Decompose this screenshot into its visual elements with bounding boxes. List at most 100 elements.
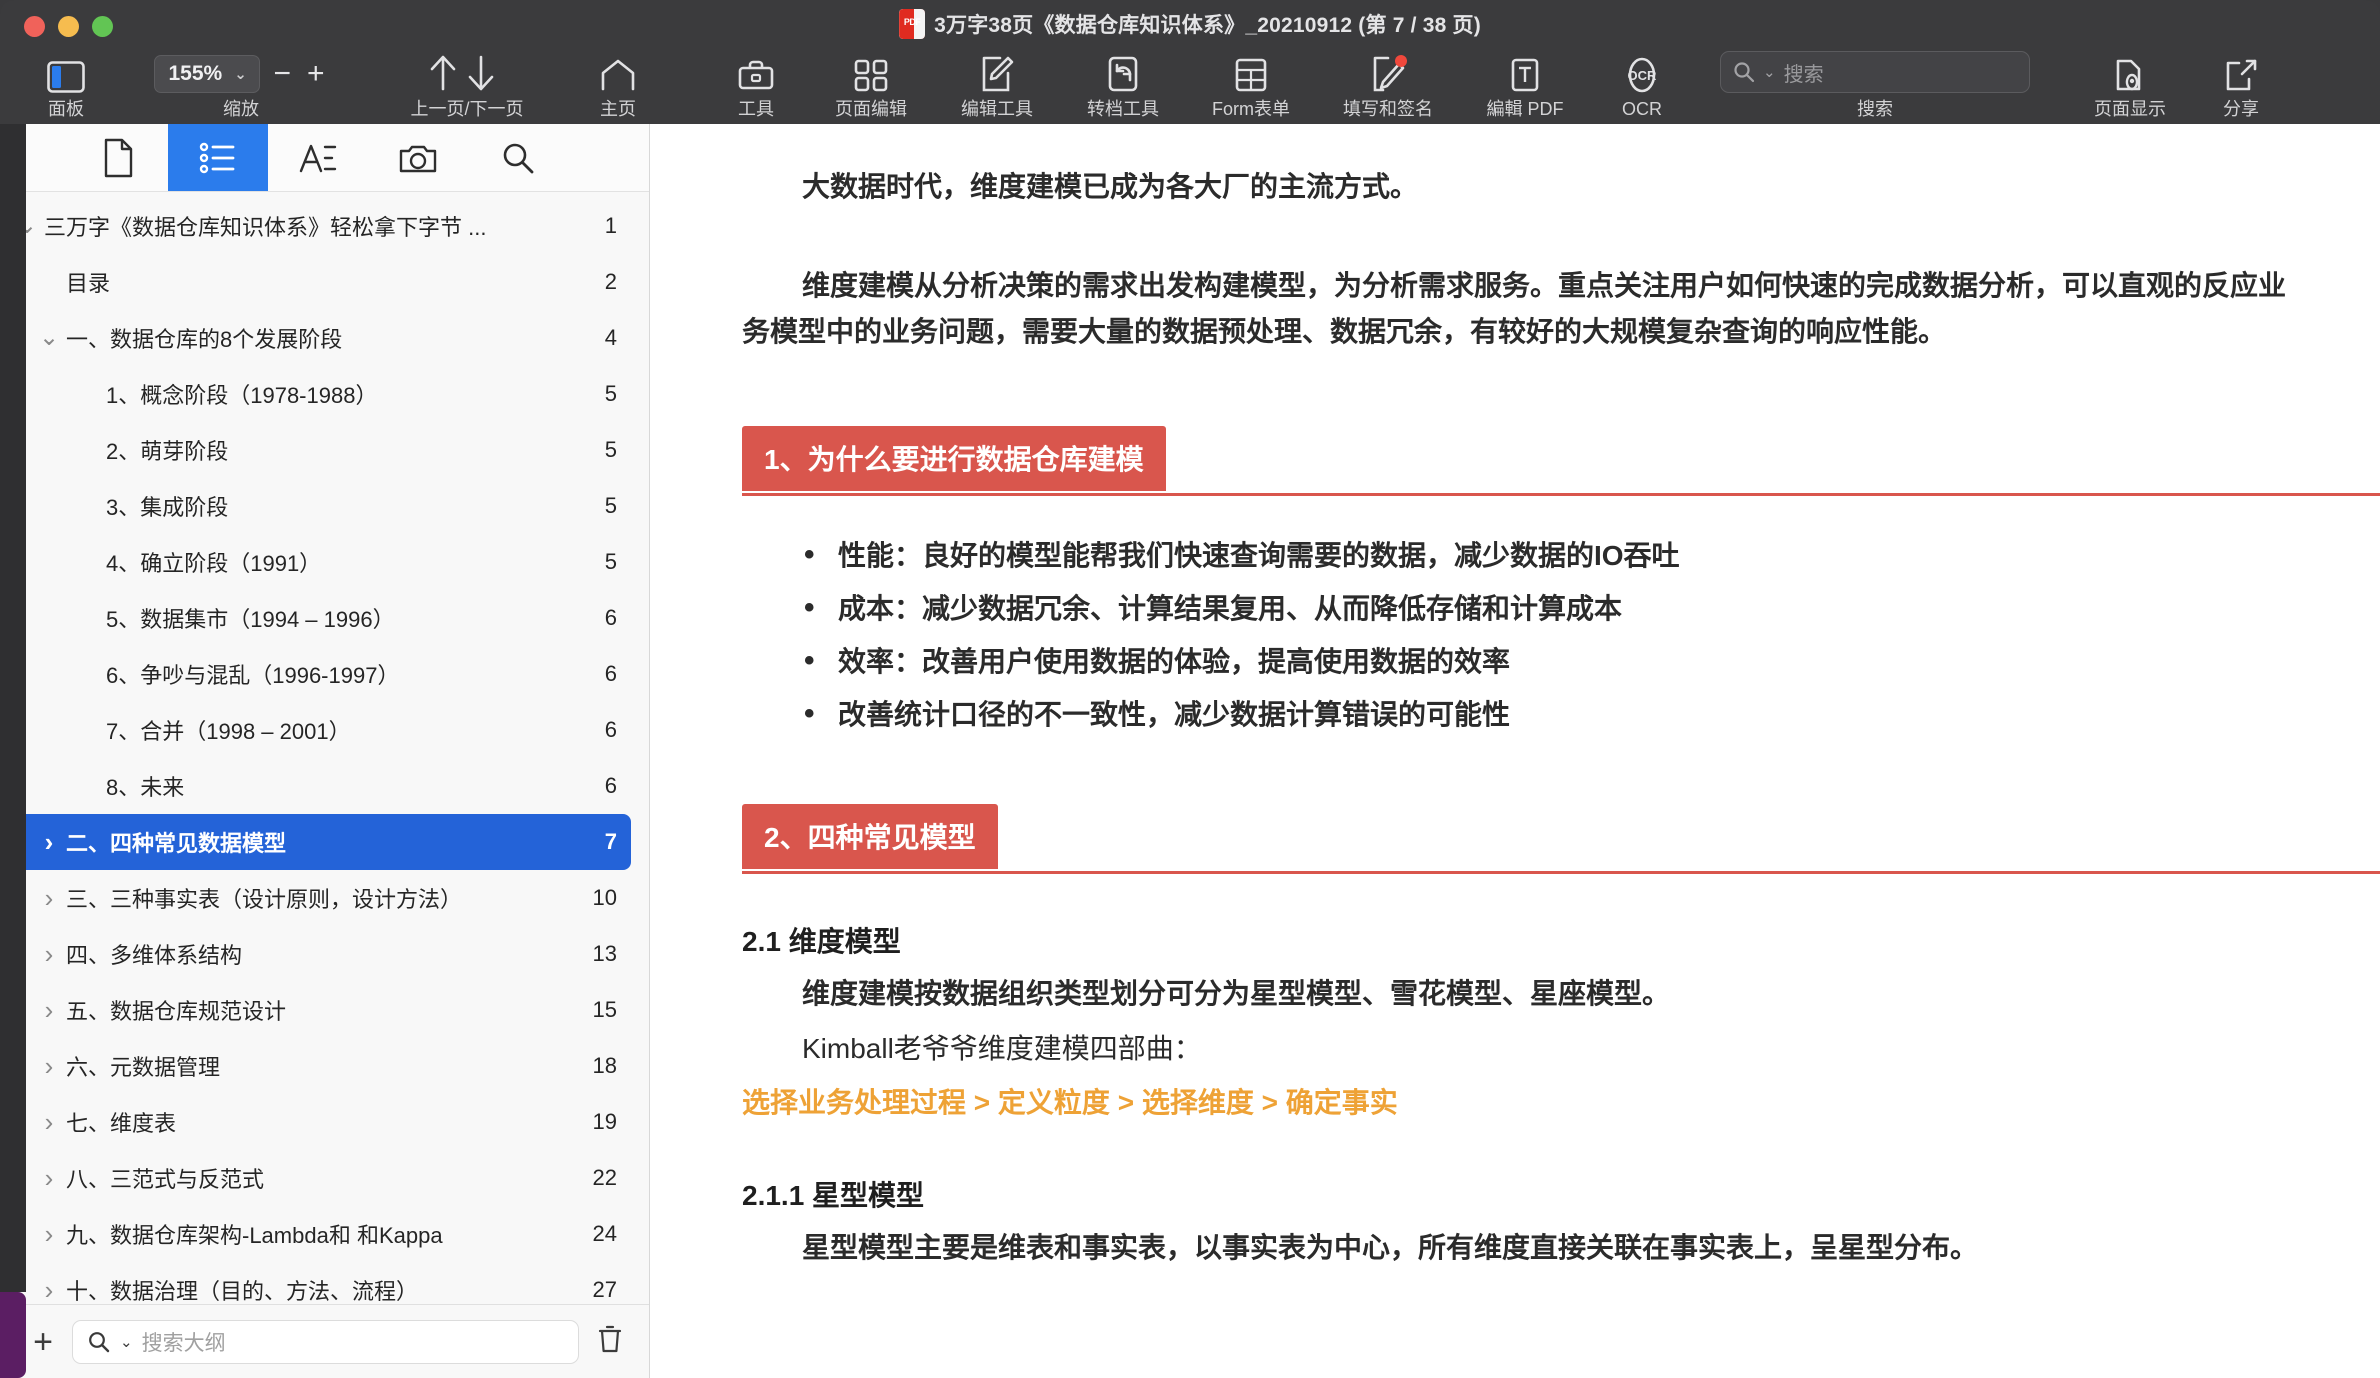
document-viewer[interactable]: 大数据时代，维度建模已成为各大厂的主流方式。 维度建模从分析决策的需求出发构建模…	[650, 124, 2380, 1378]
toolbar-tools-label: 工具	[738, 99, 774, 119]
outline-row[interactable]: 4、确立阶段（1991） 5	[10, 534, 631, 590]
outline-row[interactable]: 3、集成阶段 5	[10, 478, 631, 534]
outline-row-page-number: 4	[604, 325, 617, 350]
outline-row-page-number: 6	[604, 773, 617, 798]
toolbar-form-button[interactable]: Form表单	[1186, 40, 1316, 118]
outline-row[interactable]: › 二、四种常见数据模型 7	[10, 814, 631, 870]
add-outline-button[interactable]: +	[28, 1325, 58, 1359]
outline-row[interactable]: › 三、三种事实表（设计原则，设计方法） 10	[10, 870, 631, 926]
toolbar-fill-sign-label: 填写和签名	[1343, 99, 1433, 119]
outline-row-page-number: 15	[592, 997, 617, 1022]
outline-row[interactable]: › 十、数据治理（目的、方法、流程） 27	[10, 1262, 631, 1304]
outline-row[interactable]: 目录 2	[10, 254, 631, 310]
doc-heading-2-1: 2.1 维度模型	[742, 926, 901, 958]
toolbar-panel-button[interactable]: 面板	[22, 40, 110, 118]
sidebar: ⌄ 三万字《数据仓库知识体系》轻松拿下字节 ... 1 目录 2 ⌄ 一、数据仓库的8个发展…	[0, 124, 650, 1378]
outline-row-label: 九、数据仓库架构-Lambda和 和Kappa	[66, 1223, 443, 1248]
chevron-down-icon[interactable]: ⌄	[32, 326, 66, 349]
outline-row[interactable]: ⌄ 一、数据仓库的8个发展阶段 4	[10, 310, 631, 366]
toolbar-tools-button[interactable]: 工具	[704, 40, 808, 118]
outline-row-label: 1、概念阶段（1978-1988）	[106, 383, 378, 408]
outline-row[interactable]: 1、概念阶段（1978-1988） 5	[10, 366, 631, 422]
chevron-down-icon: ⌄	[120, 1333, 133, 1351]
sidebar-tab-snapshot[interactable]	[368, 124, 468, 191]
toolbar-ocr-label: OCR	[1622, 99, 1662, 119]
outline-row-label: 三、三种事实表（设计原则，设计方法）	[66, 887, 463, 912]
outline-row[interactable]: › 四、多维体系结构 13	[10, 926, 631, 982]
chevron-right-icon[interactable]: ›	[32, 829, 66, 855]
pdf-reader-window: 3万字38页《数据仓库知识体系》_20210912 (第 7 / 38 页) 面…	[0, 0, 2380, 1378]
toolbar-page-display-button[interactable]: 页面显示	[2066, 40, 2194, 118]
outline-row[interactable]: › 五、数据仓库规范设计 15	[10, 982, 631, 1038]
outline-list[interactable]: ⌄ 三万字《数据仓库知识体系》轻松拿下字节 ... 1 目录 2 ⌄ 一、数据仓库的8个发展…	[0, 192, 649, 1304]
search-input[interactable]: ⌄ 搜索	[1720, 51, 2030, 93]
sidebar-tab-annotations[interactable]	[268, 124, 368, 191]
toolbar-page-nav[interactable]: 上一页/下一页	[382, 40, 552, 118]
toolbar-home-label: 主页	[600, 99, 636, 119]
chevron-down-icon: ⌄	[1763, 64, 1776, 81]
outline-row-page-number: 6	[604, 717, 617, 742]
toolbar: 3万字38页《数据仓库知识体系》_20210912 (第 7 / 38 页) 面…	[0, 0, 2380, 124]
chevron-right-icon[interactable]: ›	[32, 1277, 66, 1303]
outline-row[interactable]: ⌄ 三万字《数据仓库知识体系》轻松拿下字节 ... 1	[10, 198, 631, 254]
outline-row[interactable]: 7、合并（1998 – 2001） 6	[10, 702, 631, 758]
toolbar-zoom-group: 155% ⌄ − + 缩放	[126, 40, 356, 118]
pencil-document-icon	[979, 53, 1015, 93]
window-title-bar: 3万字38页《数据仓库知识体系》_20210912 (第 7 / 38 页)	[0, 6, 2380, 42]
toolbar-zoom-label: 缩放	[223, 99, 259, 119]
outline-row-page-number: 13	[592, 941, 617, 966]
chevron-right-icon[interactable]: ›	[32, 1165, 66, 1191]
outline-row-page-number: 27	[592, 1277, 617, 1302]
chevron-right-icon[interactable]: ›	[32, 941, 66, 967]
outline-row[interactable]: 6、争吵与混乱（1996-1997） 6	[10, 646, 631, 702]
chevron-right-icon[interactable]: ›	[32, 885, 66, 911]
chevron-right-icon[interactable]: ›	[32, 1053, 66, 1079]
outline-row-label: 四、多维体系结构	[66, 943, 243, 968]
outline-row-page-number: 5	[604, 381, 617, 406]
toolbar-home-button[interactable]: 主页	[566, 40, 670, 118]
outline-row[interactable]: 5、数据集市（1994 – 1996） 6	[10, 590, 631, 646]
zoom-level-value: 155%	[168, 62, 223, 85]
toolbar-page-edit-button[interactable]: 页面编辑	[808, 40, 934, 118]
zoom-level-select[interactable]: 155% ⌄	[154, 55, 261, 93]
outline-row-label: 目录	[66, 271, 111, 296]
outline-row[interactable]: 2、萌芽阶段 5	[10, 422, 631, 478]
toolbar-edit-tools-button[interactable]: 编辑工具	[934, 40, 1060, 118]
outline-row[interactable]: › 九、数据仓库架构-Lambda和 和Kappa 24	[10, 1206, 631, 1262]
outline-row[interactable]: 8、未来 6	[10, 758, 631, 814]
outline-search-input[interactable]: ⌄ 搜索大纲	[72, 1319, 579, 1364]
toolbar-edit-tools-label: 编辑工具	[961, 99, 1033, 119]
outline-row[interactable]: › 八、三范式与反范式 22	[10, 1150, 631, 1206]
doc-bullet-item: 效率：改善用户使用数据的体验，提高使用数据的效率	[804, 642, 2310, 680]
outline-row-label: 六、元数据管理	[66, 1055, 221, 1080]
delete-outline-button[interactable]	[593, 1324, 627, 1359]
toolbar-convert-tools-label: 转档工具	[1087, 99, 1159, 119]
home-icon	[599, 53, 637, 93]
pdf-file-icon	[899, 9, 926, 39]
chevron-right-icon[interactable]: ›	[32, 1221, 66, 1247]
window-title-text: 3万字38页《数据仓库知识体系》_20210912 (第 7 / 38 页)	[934, 14, 1481, 37]
chevron-right-icon[interactable]: ›	[32, 1109, 66, 1135]
zoom-in-button[interactable]: +	[304, 59, 328, 89]
toolbar-ocr-button[interactable]: OCR OCR	[1590, 40, 1694, 118]
outline-row-page-number: 5	[604, 437, 617, 462]
toolbar-edit-pdf-button[interactable]: 編輯 PDF	[1460, 40, 1590, 118]
toolbar-fill-sign-button[interactable]: 填写和签名	[1316, 40, 1460, 118]
toolbar-convert-tools-button[interactable]: 转档工具	[1060, 40, 1186, 118]
zoom-out-button[interactable]: −	[270, 59, 294, 89]
sidebar-tab-search[interactable]	[468, 124, 568, 191]
outline-row[interactable]: › 六、元数据管理 18	[10, 1038, 631, 1094]
toolbar-share-button[interactable]: 分享	[2194, 40, 2288, 118]
doc-bullet-item: 成本：减少数据冗余、计算结果复用、从而降低存储和计算成本	[804, 589, 2310, 627]
sidebar-tab-thumbnails[interactable]	[68, 124, 168, 191]
chevron-down-icon: ⌄	[234, 66, 247, 83]
outline-row-label: 4、确立阶段（1991）	[106, 551, 322, 576]
outline-row-label: 八、三范式与反范式	[66, 1167, 265, 1192]
page-display-icon	[2112, 53, 2148, 93]
outline-row-label: 5、数据集市（1994 – 1996）	[106, 607, 395, 632]
doc-section-2-title: 2、四种常见模型	[742, 804, 998, 870]
outline-row[interactable]: › 七、维度表 19	[10, 1094, 631, 1150]
chevron-right-icon[interactable]: ›	[32, 997, 66, 1023]
outline-row-label: 8、未来	[106, 775, 185, 800]
sidebar-tab-outline[interactable]	[168, 124, 268, 191]
